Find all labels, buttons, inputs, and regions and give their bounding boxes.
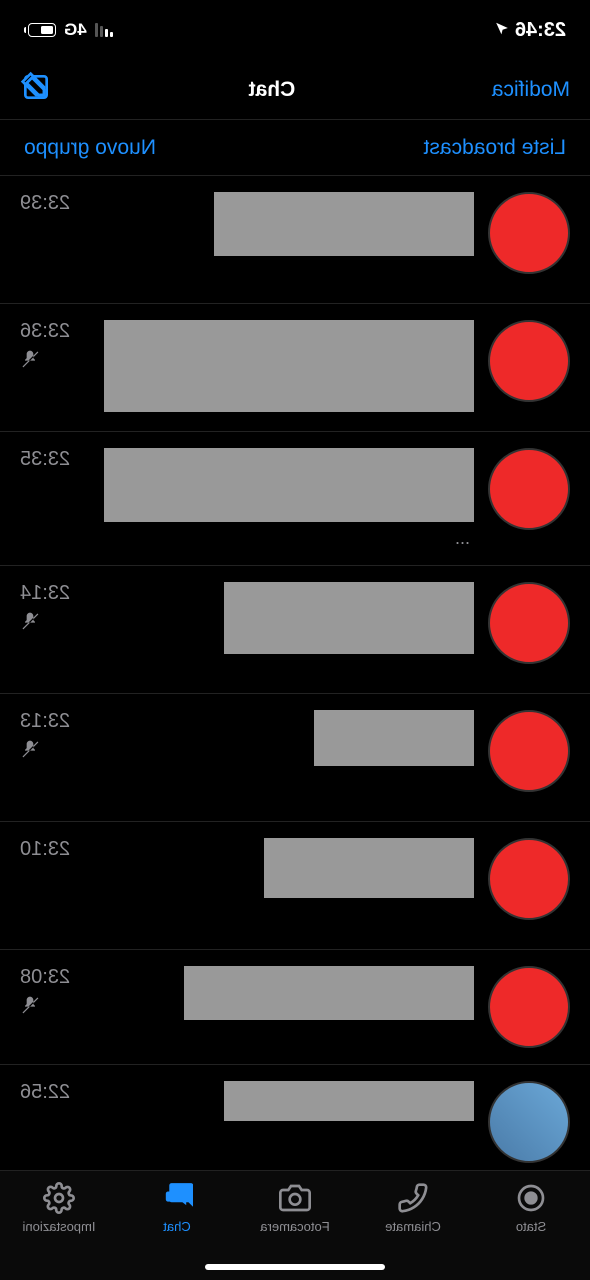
avatar[interactable] <box>488 320 570 402</box>
chat-row[interactable]: 23:14 <box>0 566 590 694</box>
chat-row[interactable]: 23:10 <box>0 822 590 950</box>
location-icon <box>495 21 509 40</box>
chat-row[interactable]: 23:39 <box>0 176 590 304</box>
chat-row[interactable]: 23:35 ... <box>0 432 590 566</box>
mute-icon <box>20 611 40 637</box>
mute-icon <box>20 995 40 1021</box>
chat-time: 22:56 <box>20 1081 70 1104</box>
chat-name-redacted <box>224 582 474 654</box>
tab-chat[interactable]: Chat <box>118 1181 236 1234</box>
chat-list: 23:39 23:36 23:35 <box>0 176 590 1180</box>
gear-icon <box>43 1181 75 1215</box>
avatar[interactable] <box>488 192 570 274</box>
tab-calls[interactable]: Chiamate <box>354 1181 472 1234</box>
message-preview-ellipsis: ... <box>20 528 474 549</box>
chat-row[interactable]: 23:13 <box>0 694 590 822</box>
tab-label: Chiamate <box>385 1219 441 1234</box>
tab-label: Impostazioni <box>23 1219 96 1234</box>
chat-time: 23:13 <box>20 710 70 733</box>
nav-header: Modifica Chat <box>0 60 590 120</box>
home-indicator[interactable] <box>205 1264 385 1270</box>
chat-time: 23:35 <box>20 448 70 471</box>
camera-icon <box>279 1181 311 1215</box>
edit-button[interactable]: Modifica <box>492 78 570 102</box>
avatar[interactable] <box>488 838 570 920</box>
page-title: Chat <box>249 78 296 102</box>
avatar[interactable] <box>488 710 570 792</box>
chat-time: 23:36 <box>20 320 70 343</box>
signal-icon <box>95 23 113 37</box>
chat-time: 23:39 <box>20 192 70 215</box>
phone-icon <box>397 1181 429 1215</box>
actions-bar: Liste broadcast Nuovo gruppo <box>0 120 590 176</box>
tab-status[interactable]: Stato <box>472 1181 590 1234</box>
chat-time: 23:10 <box>20 838 70 861</box>
tab-label: Fotocamera <box>260 1219 329 1234</box>
avatar[interactable] <box>488 582 570 664</box>
tab-camera[interactable]: Fotocamera <box>236 1181 354 1234</box>
chat-name-redacted <box>104 320 474 412</box>
chat-time: 23:14 <box>20 582 70 605</box>
mute-icon <box>20 349 40 375</box>
chat-time: 23:08 <box>20 966 70 989</box>
chat-icon <box>161 1181 193 1215</box>
avatar[interactable] <box>488 966 570 1048</box>
status-time: 23:46 <box>515 19 566 42</box>
avatar[interactable] <box>488 1081 570 1163</box>
mute-icon <box>20 739 40 765</box>
tab-label: Stato <box>516 1219 546 1234</box>
chat-row[interactable]: 22:56 <box>0 1065 590 1180</box>
chat-name-redacted <box>214 192 474 256</box>
broadcast-lists-button[interactable]: Liste broadcast <box>424 136 566 160</box>
tab-label: Chat <box>163 1219 190 1234</box>
chat-row[interactable]: 23:36 <box>0 304 590 432</box>
tab-settings[interactable]: Impostazioni <box>0 1181 118 1234</box>
new-group-button[interactable]: Nuovo gruppo <box>24 136 156 160</box>
chat-name-redacted <box>314 710 474 766</box>
chat-row[interactable]: 23:08 <box>0 950 590 1065</box>
status-icon <box>515 1181 547 1215</box>
compose-button[interactable] <box>20 71 52 108</box>
avatar[interactable] <box>488 448 570 530</box>
status-bar: 23:46 4G <box>0 0 590 60</box>
chat-name-redacted <box>104 448 474 522</box>
network-label: 4G <box>64 20 87 40</box>
chat-name-redacted <box>224 1081 474 1121</box>
chat-name-redacted <box>184 966 474 1020</box>
battery-icon <box>24 23 56 37</box>
chat-name-redacted <box>264 838 474 898</box>
